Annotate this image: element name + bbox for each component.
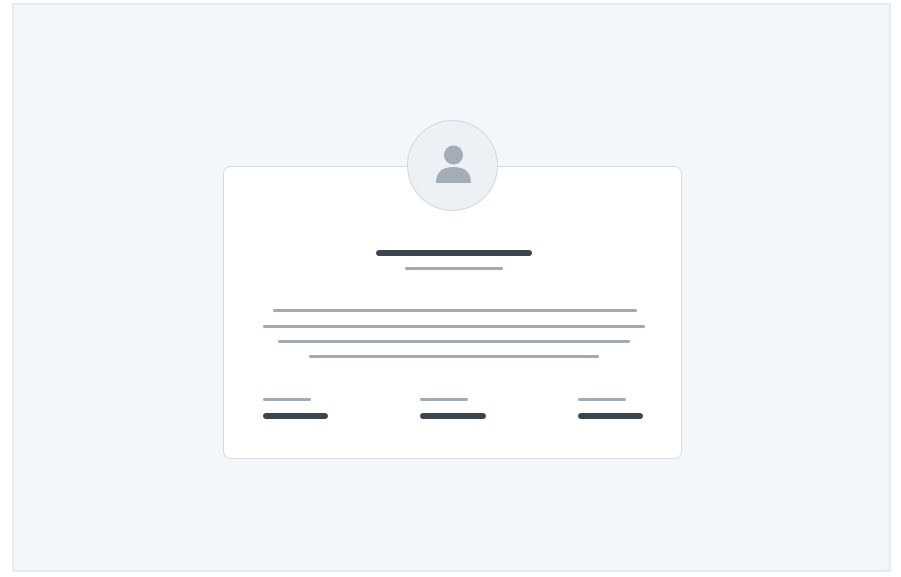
user-icon xyxy=(436,145,471,183)
stat-label-placeholder xyxy=(263,398,311,401)
stat-label-placeholder xyxy=(578,398,626,401)
bio-line-placeholder xyxy=(309,355,599,358)
bio-line-placeholder xyxy=(278,340,630,343)
bio-line-placeholder xyxy=(263,325,645,328)
card-subtitle-placeholder xyxy=(405,267,503,270)
stat-value-placeholder xyxy=(263,413,328,419)
stat-label-placeholder xyxy=(420,398,468,401)
card-title-placeholder xyxy=(376,250,532,256)
stat-value-placeholder xyxy=(420,413,486,419)
avatar xyxy=(407,120,498,211)
bio-line-placeholder xyxy=(273,309,637,312)
stat-value-placeholder xyxy=(578,413,643,419)
